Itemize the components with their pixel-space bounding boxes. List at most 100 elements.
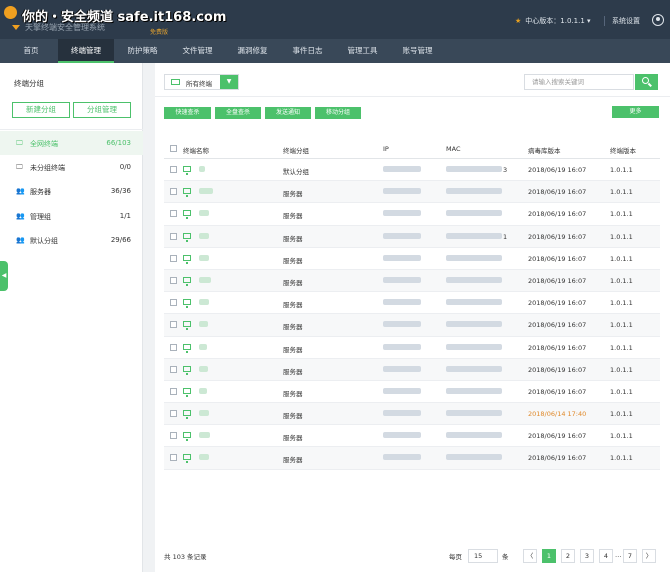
- virus-db-version-cell: 2018/06/19 16:07: [528, 387, 587, 396]
- manage-group-button[interactable]: 分组管理: [73, 102, 131, 118]
- tab-management-tools[interactable]: 管理工具: [340, 39, 385, 63]
- prev-page-button[interactable]: 〈: [523, 549, 537, 563]
- select-all-checkbox[interactable]: [170, 145, 177, 152]
- page-button-1[interactable]: 1: [542, 549, 556, 563]
- per-page-unit: 条: [502, 553, 509, 561]
- main-nav: 首页 终端管理 防护策略 文件管理 漏洞修复 事件日志 管理工具 账号管理: [0, 39, 670, 63]
- table-row[interactable]: 服务器 2018/06/19 16:07 1.0.1.1: [164, 269, 660, 293]
- monitor-icon: [183, 188, 191, 198]
- tab-account-management[interactable]: 账号管理: [395, 39, 440, 63]
- table-row[interactable]: 服务器 2018/06/14 17:40 1.0.1.1: [164, 403, 660, 426]
- per-page-input[interactable]: 15: [468, 549, 498, 563]
- row-checkbox[interactable]: [170, 299, 177, 307]
- page-button-2[interactable]: 2: [561, 549, 575, 563]
- client-version-cell: 1.0.1.1: [610, 365, 633, 374]
- send-notice-button[interactable]: 发送通知: [265, 107, 311, 119]
- move-group-button[interactable]: 移动分组: [315, 107, 361, 119]
- monitor-icon: [183, 432, 191, 442]
- table-row[interactable]: 服务器 2018/06/19 16:07 1.0.1.1: [164, 358, 660, 381]
- client-version-cell: 1.0.1.1: [610, 166, 633, 174]
- row-checkbox[interactable]: [170, 276, 177, 284]
- page-button-3[interactable]: 3: [580, 549, 594, 563]
- ip-redacted: [383, 188, 421, 195]
- table-header: 终端名称 终端分组 IP MAC 病毒库版本 终端版本: [164, 139, 660, 159]
- column-header: 终端分组: [283, 147, 309, 155]
- tab-event-log[interactable]: 事件日志: [285, 39, 330, 63]
- edition-badge: 免费版: [150, 29, 169, 36]
- group-cell: 服务器: [283, 323, 303, 332]
- sidebar-item-all-terminals[interactable]: 🖵 全网终端 66/103: [0, 131, 143, 155]
- ip-redacted: [383, 299, 421, 306]
- row-checkbox[interactable]: [170, 454, 177, 462]
- tab-terminal-management[interactable]: 终端管理: [58, 39, 114, 63]
- row-checkbox[interactable]: [170, 387, 177, 395]
- sidebar-item-admin-group[interactable]: 👥 管理组 1/1: [0, 204, 143, 228]
- row-checkbox[interactable]: [170, 232, 177, 240]
- more-button[interactable]: 更多: [612, 106, 659, 118]
- table-row[interactable]: 默认分组 3 2018/06/19 16:07 1.0.1.1: [164, 159, 660, 182]
- monitor-icon: [183, 210, 191, 220]
- quick-scan-button[interactable]: 快速查杀: [164, 107, 211, 119]
- virus-db-version-cell: 2018/06/19 16:07: [528, 232, 587, 241]
- mac-redacted: [446, 432, 502, 439]
- table-row[interactable]: 服务器 2018/06/19 16:07 1.0.1.1: [164, 203, 660, 226]
- ip-redacted: [383, 432, 421, 439]
- sidebar-item-ungrouped[interactable]: 🖵 未分组终端 0/0: [0, 155, 143, 179]
- table-row[interactable]: 服务器 2018/06/19 16:07 1.0.1.1: [164, 337, 660, 359]
- full-scan-button[interactable]: 全盘查杀: [215, 107, 261, 119]
- row-checkbox[interactable]: [170, 254, 177, 262]
- monitor-icon: [183, 166, 191, 175]
- table-row[interactable]: 服务器 2018/06/19 16:07 1.0.1.1: [164, 425, 660, 448]
- table-row[interactable]: 服务器 1 2018/06/19 16:07 1.0.1.1: [164, 225, 660, 248]
- row-checkbox[interactable]: [170, 188, 177, 196]
- mac-redacted: [446, 387, 502, 394]
- table-row[interactable]: 服务器 2018/06/19 16:07 1.0.1.1: [164, 381, 660, 404]
- system-settings-link[interactable]: 系统设置: [612, 16, 640, 26]
- mac-suffix: 3: [503, 166, 508, 174]
- table-row[interactable]: 服务器 2018/06/19 16:07 1.0.1.1: [164, 447, 660, 470]
- next-page-button[interactable]: 〉: [642, 549, 656, 563]
- row-checkbox[interactable]: [170, 210, 177, 218]
- table-row[interactable]: 服务器 2018/06/19 16:07 1.0.1.1: [164, 181, 660, 204]
- search-button[interactable]: [635, 74, 658, 90]
- ip-redacted: [383, 232, 421, 239]
- tab-protection-policy[interactable]: 防护策略: [120, 39, 165, 63]
- total-records: 共 103 条记录: [164, 553, 207, 561]
- chevron-down-icon[interactable]: ▼: [220, 75, 238, 89]
- user-avatar-icon[interactable]: [652, 14, 664, 26]
- client-version-cell: 1.0.1.1: [610, 188, 633, 197]
- row-checkbox[interactable]: [170, 432, 177, 440]
- filter-label: 所有终端: [186, 80, 212, 88]
- column-header: 终端名称: [183, 147, 209, 155]
- mac-suffix: 1: [503, 232, 508, 241]
- row-checkbox[interactable]: [170, 365, 177, 373]
- new-group-button[interactable]: 新建分组: [12, 102, 70, 118]
- logo-arrow-icon: [12, 25, 20, 30]
- sidebar-item-default-group[interactable]: 👥 默认分组 29/66: [0, 228, 143, 252]
- table-row[interactable]: 服务器 2018/06/19 16:07 1.0.1.1: [164, 314, 660, 337]
- virus-db-version-cell: 2018/06/19 16:07: [528, 432, 587, 441]
- terminal-filter-select[interactable]: 所有终端 ▼: [164, 74, 239, 90]
- sidebar-collapse-handle[interactable]: ◀: [0, 261, 8, 291]
- group-cell: 服务器: [283, 256, 303, 265]
- page-button-7[interactable]: 7: [623, 549, 637, 563]
- tab-vulnerability-fix[interactable]: 漏洞修复: [230, 39, 275, 63]
- group-cell: 服务器: [283, 412, 303, 421]
- page-button-4[interactable]: 4: [599, 549, 613, 563]
- row-checkbox[interactable]: [170, 321, 177, 329]
- table-row[interactable]: 服务器 2018/06/19 16:07 1.0.1.1: [164, 292, 660, 315]
- sidebar-item-servers[interactable]: 👥 服务器 36/36: [0, 179, 143, 203]
- row-checkbox[interactable]: [170, 166, 177, 173]
- table-row[interactable]: 服务器 2018/06/19 16:07 1.0.1.1: [164, 248, 660, 270]
- row-checkbox[interactable]: [170, 343, 177, 351]
- row-checkbox[interactable]: [170, 410, 177, 418]
- column-header: MAC: [446, 145, 461, 153]
- sidebar-title: 终端分组: [14, 79, 44, 88]
- table-body: 默认分组 3 2018/06/19 16:07 1.0.1.1 服务器 2018/06/1…: [164, 159, 660, 470]
- virus-db-version-cell: 2018/06/14 17:40: [528, 410, 587, 419]
- search-input[interactable]: [524, 74, 634, 90]
- tab-home[interactable]: 首页: [12, 39, 50, 63]
- center-version-dropdown[interactable]: ★ 中心版本：1.0.1.1 ▾: [515, 16, 591, 26]
- tab-file-management[interactable]: 文件管理: [175, 39, 220, 63]
- column-header: IP: [383, 145, 389, 153]
